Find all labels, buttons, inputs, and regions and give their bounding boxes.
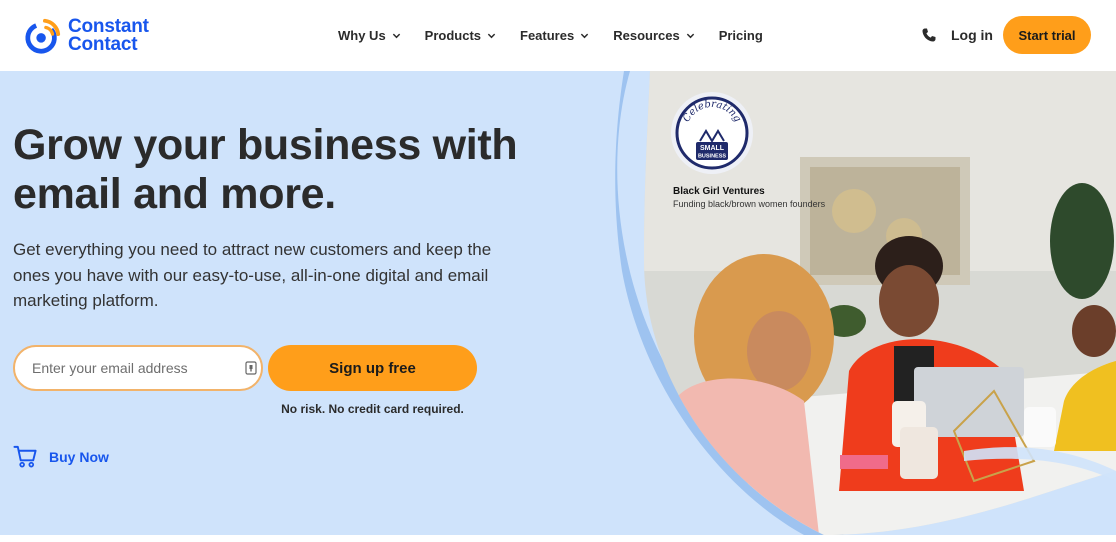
nav-item-pricing[interactable]: Pricing — [719, 28, 763, 43]
badge-label-line1: SMALL — [700, 145, 725, 152]
cart-icon — [13, 445, 37, 468]
phone-icon[interactable] — [921, 27, 937, 43]
hero-subtitle: Get everything you need to attract new c… — [13, 240, 492, 310]
buy-now-label: Buy Now — [49, 448, 109, 465]
hero-title: Grow your business with email and more. — [13, 121, 518, 218]
nav-item-label: Pricing — [718, 28, 763, 43]
start-trial-button[interactable]: Start trial — [1003, 16, 1091, 54]
chevron-down-icon — [581, 33, 589, 39]
brand-name-line2: Contact — [68, 34, 138, 55]
chevron-down-icon — [392, 33, 400, 39]
constant-contact-logo-icon — [25, 18, 61, 54]
sign-up-free-button[interactable]: Sign up free — [268, 345, 477, 391]
nav-item-products[interactable]: Products — [425, 28, 496, 43]
nav-item-why-us[interactable]: Why Us — [338, 28, 401, 43]
nav-item-features[interactable]: Features — [520, 28, 589, 43]
badge-business-name: Black Girl Ventures — [673, 186, 765, 197]
nav-item-label: Why Us — [338, 28, 386, 43]
password-manager-icon[interactable] — [245, 361, 257, 375]
badge-business-desc: Funding black/brown women founders — [673, 199, 826, 209]
small-business-badge: Celebrating SMALL BUSINESS — [671, 92, 753, 174]
chevron-down-icon — [487, 33, 496, 39]
site-header: Constant Contact Why Us Products Feature… — [0, 0, 1116, 71]
chevron-down-icon — [686, 33, 694, 39]
no-risk-disclaimer: No risk. No credit card required. — [281, 402, 464, 416]
hero-section: Grow your business with email and more. … — [0, 71, 1116, 535]
nav-item-label: Products — [424, 28, 482, 43]
login-link[interactable]: Log in — [951, 27, 993, 43]
main-nav: Why Us Products Features Resources Prici… — [338, 0, 763, 71]
nav-item-resources[interactable]: Resources — [613, 28, 694, 43]
buy-now-link[interactable]: Buy Now — [13, 444, 109, 469]
email-input[interactable] — [13, 345, 263, 391]
page-bottom-strip — [0, 535, 1116, 542]
brand-logo[interactable]: Constant Contact — [24, 15, 164, 57]
badge-label-line2: BUSINESS — [698, 154, 726, 160]
nav-item-label: Features — [520, 28, 575, 43]
nav-item-label: Resources — [613, 28, 680, 43]
